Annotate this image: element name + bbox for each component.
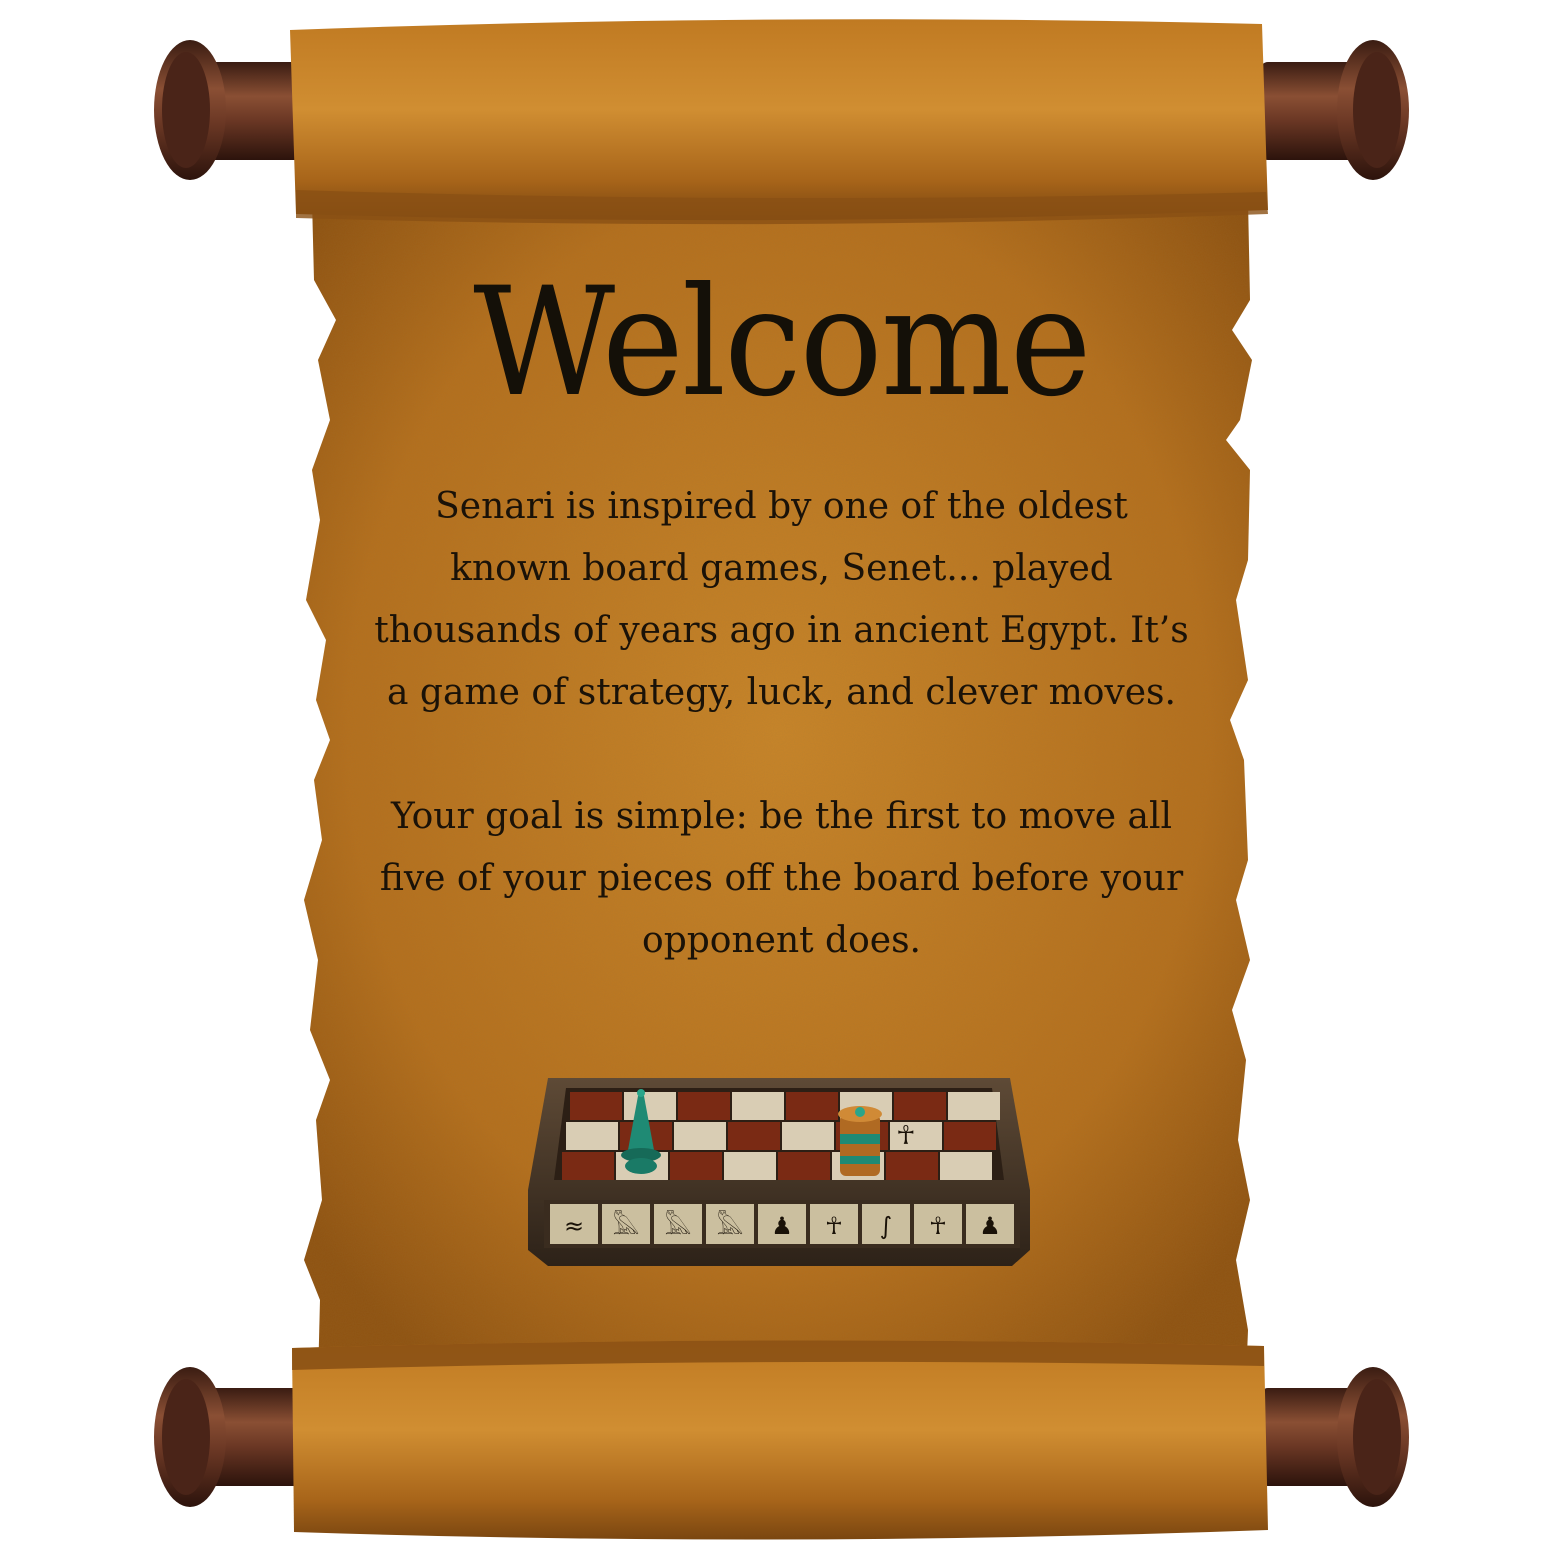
goal-line: Your goal is simple: be the first to mov…	[390, 796, 1173, 837]
intro-line: thousands of years ago in ancient Egypt.…	[374, 610, 1189, 651]
bottom-left-roller-knob	[154, 1367, 305, 1507]
intro-line: known board games, Senet... played	[450, 548, 1113, 589]
welcome-title: Welcome	[473, 256, 1091, 430]
top-left-roller-knob	[154, 40, 305, 180]
intro-paragraph: Senari is inspired by one of the oldest …	[330, 476, 1233, 724]
intro-line: a game of strategy, luck, and clever mov…	[387, 672, 1176, 713]
goal-paragraph: Your goal is simple: be the first to mov…	[330, 786, 1233, 972]
top-right-roller-knob	[1260, 40, 1409, 180]
goal-line: opponent does.	[642, 920, 921, 961]
intro-line: Senari is inspired by one of the oldest	[435, 486, 1128, 527]
bottom-right-roller-knob	[1260, 1367, 1409, 1507]
scroll-text: Welcome Senari is inspired by one of the…	[330, 0, 1233, 1563]
goal-line: five of your pieces off the board before…	[379, 858, 1184, 899]
